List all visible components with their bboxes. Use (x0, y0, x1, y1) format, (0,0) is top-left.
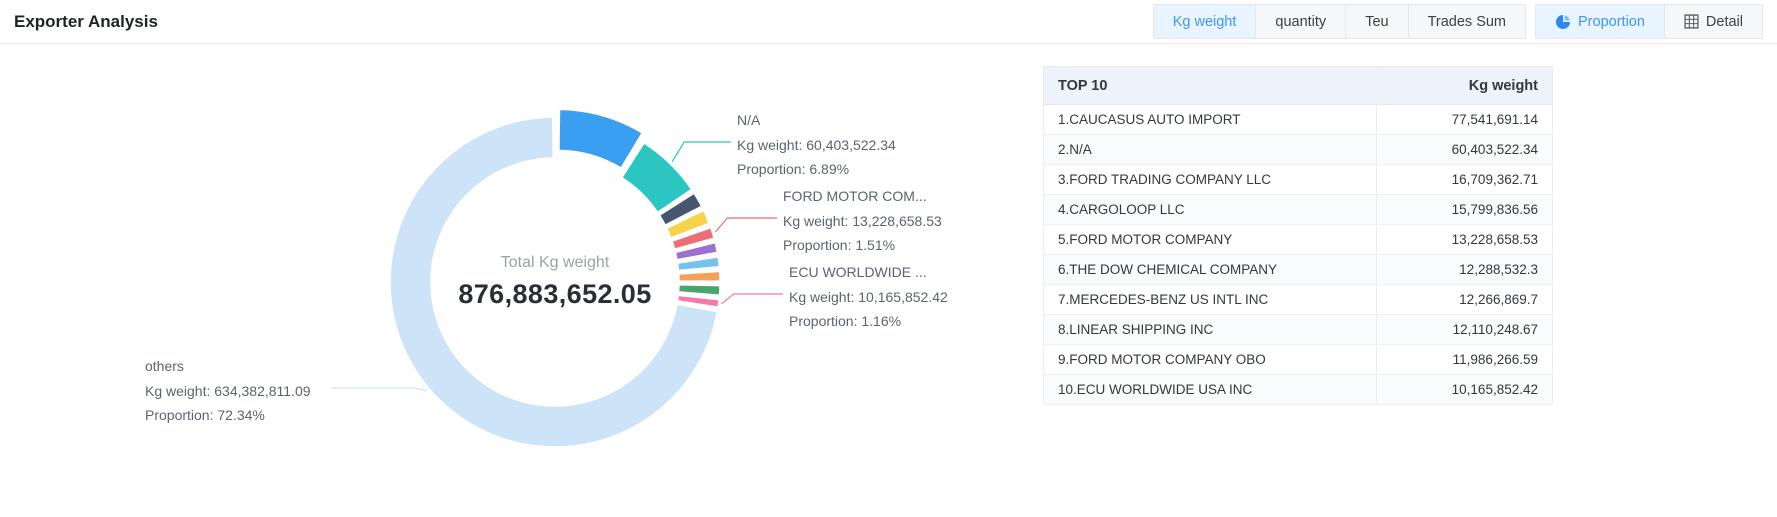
exporter-name: 8.LINEAR SHIPPING INC (1044, 315, 1377, 345)
kg-weight-value: 10,165,852.42 (1377, 375, 1553, 405)
detail-label: Detail (1706, 14, 1743, 30)
table-row: 10.ECU WORLDWIDE USA INC10,165,852.42 (1044, 375, 1553, 405)
leader-line (672, 142, 731, 162)
table-row: 8.LINEAR SHIPPING INC12,110,248.67 (1044, 315, 1553, 345)
exporter-analysis-page: Exporter Analysis Kg weight quantity Teu… (0, 0, 1777, 517)
column-header-kg-weight: Kg weight (1377, 67, 1553, 105)
table-row: 9.FORD MOTOR COMPANY OBO11,986,266.59 (1044, 345, 1553, 375)
exporter-name: 10.ECU WORLDWIDE USA INC (1044, 375, 1377, 405)
kg-weight-value: 60,403,522.34 (1377, 135, 1553, 165)
metric-tabs: Kg weight quantity Teu Trades Sum (1153, 4, 1526, 39)
leader-line (722, 294, 783, 304)
kg-weight-value: 15,799,836.56 (1377, 195, 1553, 225)
donut-slice-ford-motor-company-obo[interactable] (679, 285, 720, 295)
detail-button[interactable]: Detail (1665, 5, 1762, 38)
kg-weight-value: 16,709,362.71 (1377, 165, 1553, 195)
callout-ford-motor: FORD MOTOR COM... Kg weight: 13,228,658.… (783, 184, 942, 257)
table-header-row: TOP 10 Kg weight (1044, 67, 1553, 105)
kg-weight-value: 77,541,691.14 (1377, 105, 1553, 135)
main-content: Total Kg weight 876,883,652.05 N/A Kg we… (0, 44, 1777, 517)
page-title: Exporter Analysis (14, 12, 158, 32)
kg-weight-value: 13,228,658.53 (1377, 225, 1553, 255)
table-icon (1684, 14, 1699, 29)
leader-line (331, 388, 427, 390)
table-row: 2.N/A60,403,522.34 (1044, 135, 1553, 165)
kg-weight-value: 12,288,532.3 (1377, 255, 1553, 285)
table-row: 4.CARGOLOOP LLC15,799,836.56 (1044, 195, 1553, 225)
table-row: 3.FORD TRADING COMPANY LLC16,709,362.71 (1044, 165, 1553, 195)
kg-weight-value: 12,110,248.67 (1377, 315, 1553, 345)
pie-chart-icon (1555, 14, 1571, 30)
exporter-name: 2.N/A (1044, 135, 1377, 165)
table-row: 5.FORD MOTOR COMPANY13,228,658.53 (1044, 225, 1553, 255)
exporter-name: 3.FORD TRADING COMPANY LLC (1044, 165, 1377, 195)
top10-table: TOP 10 Kg weight 1.CAUCASUS AUTO IMPORT7… (1043, 66, 1553, 405)
leader-line (715, 218, 777, 232)
header-controls: Kg weight quantity Teu Trades Sum Propor… (1153, 4, 1763, 39)
donut-chart: Total Kg weight 876,883,652.05 N/A Kg we… (0, 44, 1040, 517)
kg-weight-value: 12,266,869.7 (1377, 285, 1553, 315)
exporter-name: 6.THE DOW CHEMICAL COMPANY (1044, 255, 1377, 285)
exporter-name: 5.FORD MOTOR COMPANY (1044, 225, 1377, 255)
kg-weight-value: 11,986,266.59 (1377, 345, 1553, 375)
tab-trades-sum[interactable]: Trades Sum (1409, 5, 1525, 38)
table-row: 1.CAUCASUS AUTO IMPORT77,541,691.14 (1044, 105, 1553, 135)
exporter-name: 9.FORD MOTOR COMPANY OBO (1044, 345, 1377, 375)
proportion-label: Proportion (1578, 14, 1645, 30)
callout-ecu-worldwide: ECU WORLDWIDE ... Kg weight: 10,165,852.… (789, 260, 948, 333)
donut-slice-linear-shipping-inc[interactable] (679, 271, 720, 281)
proportion-button[interactable]: Proportion (1536, 5, 1665, 38)
header: Exporter Analysis Kg weight quantity Teu… (0, 0, 1777, 44)
exporter-name: 1.CAUCASUS AUTO IMPORT (1044, 105, 1377, 135)
table-row: 6.THE DOW CHEMICAL COMPANY12,288,532.3 (1044, 255, 1553, 285)
donut-slice-caucasus-auto-import[interactable] (559, 109, 642, 168)
callout-others: others Kg weight: 634,382,811.09 Proport… (145, 354, 311, 427)
exporter-name: 4.CARGOLOOP LLC (1044, 195, 1377, 225)
tab-kg-weight[interactable]: Kg weight (1154, 5, 1257, 38)
table-row: 7.MERCEDES-BENZ US INTL INC12,266,869.7 (1044, 285, 1553, 315)
tab-quantity[interactable]: quantity (1256, 5, 1346, 38)
top10-table-wrap: TOP 10 Kg weight 1.CAUCASUS AUTO IMPORT7… (1043, 66, 1553, 405)
column-header-top10: TOP 10 (1044, 67, 1377, 105)
tab-teu[interactable]: Teu (1346, 5, 1408, 38)
exporter-name: 7.MERCEDES-BENZ US INTL INC (1044, 285, 1377, 315)
callout-na: N/A Kg weight: 60,403,522.34 Proportion:… (737, 108, 896, 181)
view-buttons: Proportion Detail (1535, 4, 1763, 39)
